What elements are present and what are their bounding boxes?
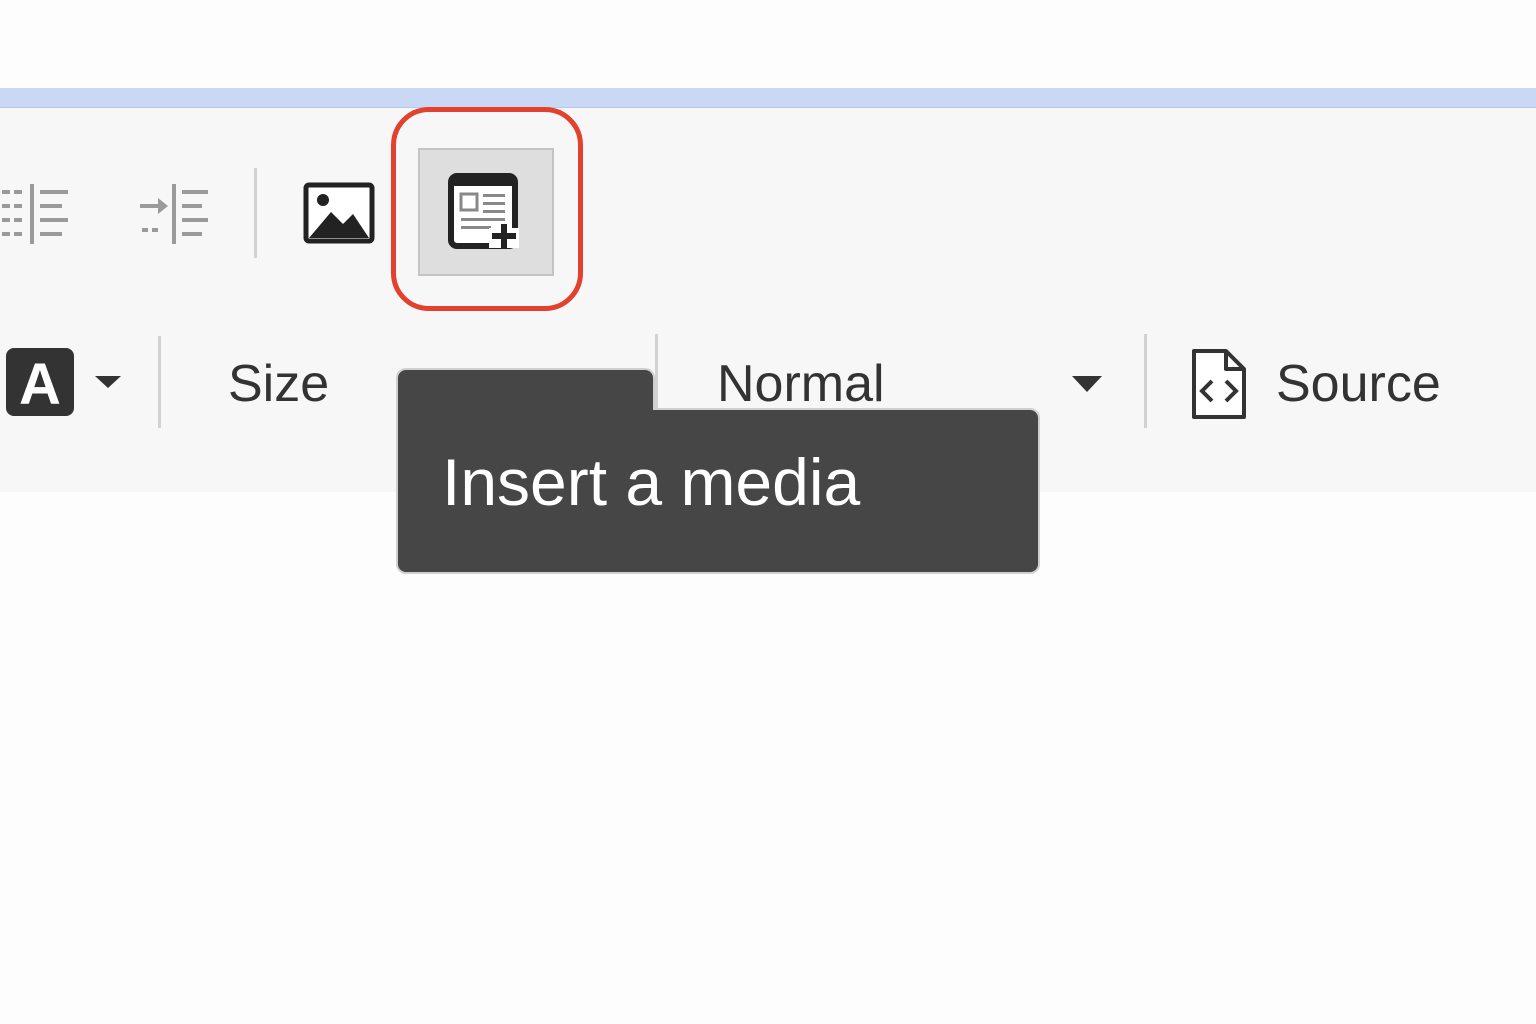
text-color-dropdown[interactable] (86, 362, 130, 402)
text-color-icon: A (6, 348, 74, 417)
tooltip-text: Insert a media (442, 445, 861, 519)
source-label: Source (1276, 355, 1441, 413)
toolbar-separator (1144, 334, 1147, 428)
indent-icon (140, 184, 208, 244)
source-code-icon (1192, 349, 1246, 419)
insert-media-icon (448, 173, 519, 249)
text-color-letter: A (19, 352, 61, 417)
tooltip: Insert a media (396, 368, 1040, 574)
text-color-button[interactable]: A (0, 340, 80, 424)
chevron-down-icon (95, 376, 121, 388)
toolbar-separator (158, 336, 161, 428)
toolbar-separator (254, 168, 257, 258)
outdent-icon (2, 184, 68, 244)
insert-image-button[interactable] (296, 172, 382, 254)
editor-top-border (0, 88, 1536, 108)
outdent-button[interactable] (0, 176, 72, 252)
font-size-label: Size (228, 355, 330, 413)
tooltip-tab-join (398, 398, 653, 422)
chevron-down-icon[interactable] (1070, 372, 1104, 396)
image-icon (303, 182, 375, 244)
insert-media-button[interactable] (418, 148, 554, 276)
source-button[interactable]: Source (1190, 344, 1480, 424)
indent-button[interactable] (134, 176, 214, 252)
editor-page: A Size Normal Source Insert a media (0, 0, 1536, 1024)
